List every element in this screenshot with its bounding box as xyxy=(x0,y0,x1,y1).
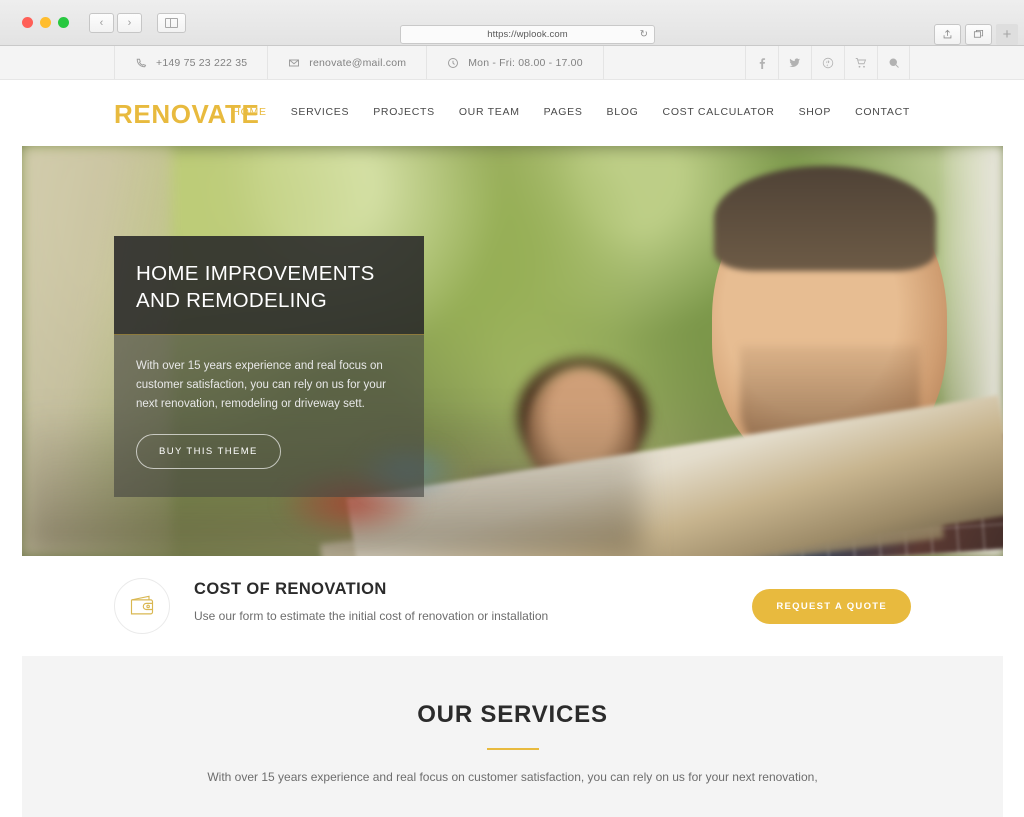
cost-section-title: COST OF RENOVATION xyxy=(194,580,387,598)
email-info[interactable]: renovate@mail.com xyxy=(268,46,428,79)
address-bar[interactable]: https://wplook.com ↻ xyxy=(400,25,655,44)
facebook-icon[interactable] xyxy=(745,46,778,80)
browser-right-buttons: + xyxy=(934,24,1018,45)
screenshot-root: ‹ › https://wplook.com ↻ + +149 75 23 22… xyxy=(0,0,1024,817)
services-description: With over 15 years experience and real f… xyxy=(207,770,818,784)
social-and-utility-icons xyxy=(745,46,910,80)
nav-item-cost-calculator[interactable]: COST CALCULATOR xyxy=(651,106,787,118)
back-button[interactable]: ‹ xyxy=(89,12,114,33)
foreground-worker-hair xyxy=(714,166,936,271)
forward-icon: › xyxy=(127,16,132,29)
hours-info: Mon - Fri: 08.00 - 17.00 xyxy=(427,46,604,79)
site-header: RENOVATE HOME SERVICES PROJECTS OUR TEAM… xyxy=(0,80,1024,146)
services-title-underline xyxy=(486,748,539,750)
hero-title: HOME IMPROVEMENTS AND REMODELING xyxy=(136,260,402,314)
nav-item-blog[interactable]: BLOG xyxy=(595,106,651,118)
email-address: renovate@mail.com xyxy=(309,56,407,69)
plus-icon: + xyxy=(1002,26,1012,43)
our-services-section: OUR SERVICES With over 15 years experien… xyxy=(22,656,1003,817)
close-window-button[interactable] xyxy=(22,17,33,28)
toggle-sidebar-button[interactable] xyxy=(157,12,186,33)
minimize-window-button[interactable] xyxy=(40,17,51,28)
reload-icon[interactable]: ↻ xyxy=(640,29,648,40)
share-icon xyxy=(943,29,952,39)
share-button[interactable] xyxy=(934,24,961,45)
hero-title-line2: AND REMODELING xyxy=(136,289,328,312)
nav-item-home[interactable]: HOME xyxy=(220,106,278,118)
maximize-window-button[interactable] xyxy=(58,17,69,28)
search-icon[interactable] xyxy=(877,46,910,80)
buy-this-theme-button[interactable]: BUY THIS THEME xyxy=(136,434,281,469)
browser-nav-buttons: ‹ › xyxy=(89,12,186,33)
new-tab-button[interactable]: + xyxy=(996,24,1018,45)
cart-icon[interactable] xyxy=(844,46,877,80)
nav-item-shop[interactable]: SHOP xyxy=(787,106,844,118)
tabs-icon xyxy=(973,29,984,38)
sidebar-icon xyxy=(165,17,178,28)
hero-title-line1: HOME IMPROVEMENTS xyxy=(136,262,375,285)
window-traffic-lights xyxy=(22,17,69,28)
nav-item-services[interactable]: SERVICES xyxy=(279,106,362,118)
pinterest-icon[interactable] xyxy=(811,46,844,80)
phone-info[interactable]: +149 75 23 222 35 xyxy=(114,46,269,79)
site-top-info-bar: +149 75 23 222 35 renovate@mail.com Mon … xyxy=(0,46,1024,80)
hero-description: With over 15 years experience and real f… xyxy=(136,360,386,410)
services-title: OUR SERVICES xyxy=(417,701,608,728)
hero-caption-body: With over 15 years experience and real f… xyxy=(114,335,424,497)
nav-item-projects[interactable]: PROJECTS xyxy=(361,106,447,118)
mail-icon xyxy=(288,57,300,69)
show-tabs-button[interactable] xyxy=(965,24,992,45)
hero-caption-box: HOME IMPROVEMENTS AND REMODELING With ov… xyxy=(114,236,424,497)
contact-info-group: +149 75 23 222 35 renovate@mail.com Mon … xyxy=(114,46,604,79)
browser-toolbar: ‹ › https://wplook.com ↻ + xyxy=(0,0,1024,46)
hero-slider: HOME IMPROVEMENTS AND REMODELING With ov… xyxy=(22,146,1003,556)
wallet-icon xyxy=(114,578,170,634)
cost-section-subtitle: Use our form to estimate the initial cos… xyxy=(194,609,549,623)
phone-number: +149 75 23 222 35 xyxy=(156,56,248,69)
forward-button[interactable]: › xyxy=(117,12,142,33)
phone-icon xyxy=(135,57,147,69)
twitter-icon[interactable] xyxy=(778,46,811,80)
business-hours: Mon - Fri: 08.00 - 17.00 xyxy=(468,56,583,69)
nav-item-pages[interactable]: PAGES xyxy=(532,106,595,118)
main-navigation: HOME SERVICES PROJECTS OUR TEAM PAGES BL… xyxy=(220,106,910,118)
back-icon: ‹ xyxy=(99,16,104,29)
cost-of-renovation-strip: COST OF RENOVATION Use our form to estim… xyxy=(22,556,1003,656)
request-a-quote-button[interactable]: REQUEST A QUOTE xyxy=(752,589,911,624)
nav-item-our-team[interactable]: OUR TEAM xyxy=(447,106,532,118)
hero-caption-header: HOME IMPROVEMENTS AND REMODELING xyxy=(114,236,424,335)
nav-item-contact[interactable]: CONTACT xyxy=(843,106,910,118)
clock-icon xyxy=(447,57,459,69)
url-text: https://wplook.com xyxy=(487,29,568,40)
